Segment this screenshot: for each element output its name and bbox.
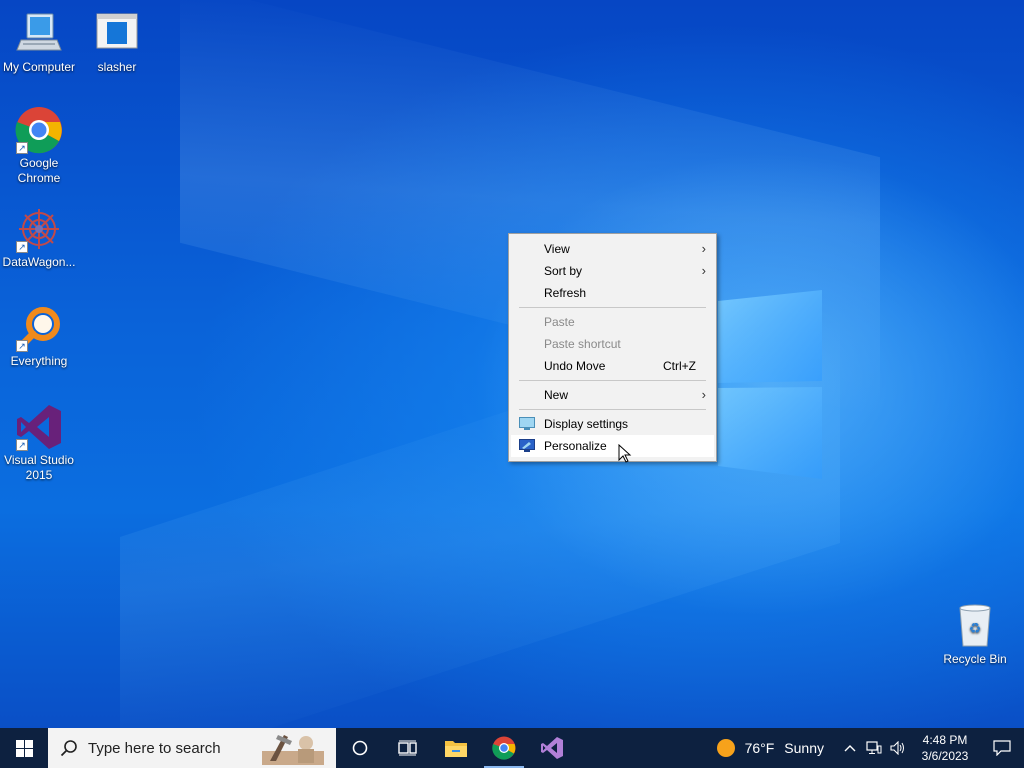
mouse-cursor-icon <box>618 444 632 463</box>
chrome-icon <box>492 736 516 760</box>
visual-studio-icon: ↗ <box>15 403 63 451</box>
search-placeholder: Type here to search <box>88 739 221 757</box>
desktop-icon-label: Google Chrome <box>17 156 61 185</box>
taskbar-chrome[interactable] <box>480 728 528 768</box>
shortcut-arrow-icon: ↗ <box>16 439 28 451</box>
shortcut-arrow-icon: ↗ <box>16 340 28 352</box>
shortcut-arrow-icon: ↗ <box>16 241 28 253</box>
computer-icon <box>15 10 63 58</box>
everything-search-icon: ↗ <box>15 304 63 352</box>
menu-item-label: Paste shortcut <box>544 337 621 351</box>
show-hidden-icons-button[interactable] <box>838 728 862 768</box>
chevron-right-icon: › <box>701 263 706 278</box>
desktop-icon-label: My Computer <box>2 60 76 74</box>
menu-item-label: Display settings <box>544 417 629 431</box>
taskbar: Type here to search 76°F Sunny 4:48 PM 3… <box>0 728 1024 768</box>
menu-item-undo-move[interactable]: Undo Move Ctrl+Z <box>511 355 714 377</box>
network-icon <box>866 741 882 754</box>
file-explorer-icon <box>445 741 467 757</box>
taskbar-visual-studio[interactable] <box>528 728 576 768</box>
clock-date: 3/6/2023 <box>921 749 969 763</box>
taskbar-file-explorer[interactable] <box>432 728 480 768</box>
desktop-icon-label: slasher <box>97 60 137 74</box>
network-button[interactable] <box>862 728 886 768</box>
chrome-icon: ↗ <box>15 106 63 154</box>
menu-item-paste[interactable]: Paste <box>511 311 714 333</box>
desktop-icon-label: DataWagon... <box>2 255 76 269</box>
desktop[interactable]: My Computer slasher ↗ Google Chrome ↗ Da… <box>0 0 1024 728</box>
menu-item-label: Refresh <box>544 286 587 300</box>
desktop-icon-recycle-bin[interactable]: ♻ Recycle Bin <box>936 602 1014 667</box>
task-view-icon <box>398 740 417 756</box>
desktop-icon-label: Recycle Bin <box>943 652 1007 666</box>
action-center-button[interactable] <box>980 728 1024 768</box>
menu-item-label: Sort by <box>544 264 583 278</box>
visual-studio-icon <box>541 737 563 759</box>
search-highlight-icon <box>262 735 324 765</box>
window-app-icon <box>93 10 141 58</box>
desktop-icon-everything[interactable]: ↗ Everything <box>0 304 78 369</box>
menu-separator <box>519 409 706 410</box>
chevron-right-icon: › <box>701 387 706 402</box>
desktop-icon-datawagon[interactable]: ↗ DataWagon... <box>0 205 78 270</box>
notification-icon <box>993 740 1011 756</box>
sun-icon <box>716 739 735 757</box>
menu-separator <box>519 307 706 308</box>
menu-item-sort-by[interactable]: Sort by › <box>511 260 714 282</box>
menu-item-refresh[interactable]: Refresh <box>511 282 714 304</box>
volume-icon <box>890 741 904 755</box>
desktop-icon-my-computer[interactable]: My Computer <box>0 10 78 75</box>
menu-item-view[interactable]: View › <box>511 238 714 260</box>
task-view-button[interactable] <box>384 728 432 768</box>
volume-button[interactable] <box>886 728 910 768</box>
desktop-context-menu: View › Sort by › Refresh Paste Paste sho… <box>508 233 717 462</box>
cortana-icon <box>352 740 368 756</box>
menu-separator <box>519 380 706 381</box>
desktop-icon-label: Everything <box>10 354 68 368</box>
menu-item-label: Personalize <box>544 439 607 453</box>
menu-item-shortcut: Ctrl+Z <box>663 359 696 373</box>
weather-temp: 76°F <box>744 740 775 756</box>
menu-item-paste-shortcut[interactable]: Paste shortcut <box>511 333 714 355</box>
weather-widget[interactable]: 76°F Sunny <box>716 739 824 757</box>
weather-condition: Sunny <box>784 740 824 756</box>
menu-item-label: Paste <box>544 315 575 329</box>
recycle-bin-icon: ♻ <box>951 602 999 650</box>
desktop-icon-label: Visual Studio 2015 <box>4 453 74 482</box>
desktop-icon-google-chrome[interactable]: ↗ Google Chrome <box>0 106 78 186</box>
shortcut-arrow-icon: ↗ <box>16 142 28 154</box>
menu-item-new[interactable]: New › <box>511 384 714 406</box>
menu-item-label: New <box>544 388 569 402</box>
clock-time: 4:48 PM <box>922 733 968 747</box>
personalize-icon <box>519 439 535 452</box>
desktop-icon-slasher[interactable]: slasher <box>78 10 156 75</box>
svg-text:♻: ♻ <box>969 621 982 637</box>
menu-item-display-settings[interactable]: Display settings <box>511 413 714 435</box>
menu-item-personalize[interactable]: Personalize <box>511 435 714 457</box>
menu-item-label: Undo Move <box>544 359 606 373</box>
system-tray: 76°F Sunny 4:48 PM 3/6/2023 <box>716 728 1024 768</box>
cortana-button[interactable] <box>336 728 384 768</box>
windows-start-icon <box>15 739 33 757</box>
chevron-up-icon <box>844 745 856 752</box>
datawagon-icon: ↗ <box>15 205 63 253</box>
search-icon <box>60 740 77 757</box>
menu-item-label: View <box>544 242 570 256</box>
start-button[interactable] <box>0 728 48 768</box>
clock[interactable]: 4:48 PM 3/6/2023 <box>910 732 980 764</box>
chevron-right-icon: › <box>701 241 706 256</box>
search-box[interactable]: Type here to search <box>48 728 336 768</box>
display-settings-icon <box>519 417 535 430</box>
desktop-icon-visual-studio[interactable]: ↗ Visual Studio 2015 <box>0 403 78 483</box>
